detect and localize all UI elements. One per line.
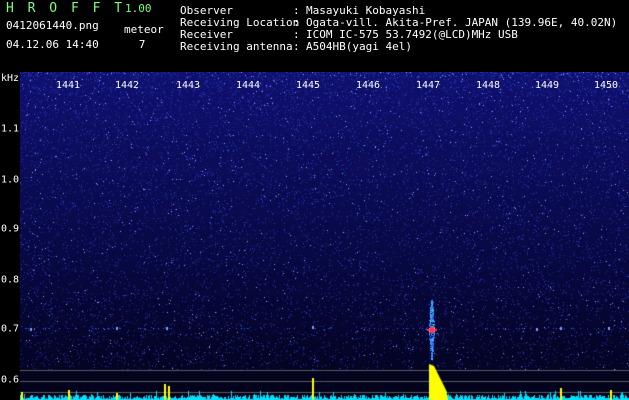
time-tick-1444: 1444 [235,80,261,91]
y-axis-unit: kHz [1,73,20,84]
time-tick-1441: 1441 [55,80,81,91]
time-tick-1448: 1448 [475,80,501,91]
time-tick-1446: 1446 [355,80,381,91]
freq-tick-0-7: 0.7 [1,323,20,335]
freq-tick-1-1: 1.1 [1,123,20,135]
freq-tick-0-9: 0.9 [1,223,20,235]
antenna-label: Receiving antenna [180,40,293,53]
freq-tick-0-6: 0.6 [1,374,20,386]
antenna-separator: : [293,40,300,53]
time-tick-1445: 1445 [295,80,321,91]
meteor-label: meteor [124,23,164,36]
freq-tick-0-8: 0.8 [1,274,20,286]
time-tick-1449: 1449 [534,80,560,91]
meteor-count: 7 [138,38,146,51]
time-tick-1442: 1442 [114,80,140,91]
spectrogram-canvas [20,72,629,400]
freq-tick-1-0: 1.0 [1,174,20,186]
time-tick-1443: 1443 [175,80,201,91]
antenna-value: A504HB(yagi 4el) [306,40,412,53]
file-name: 0412061440.png [6,19,99,32]
app-title: H R O F F T [6,1,126,16]
time-tick-1450: 1450 [593,80,619,91]
app-version: 1.00 [125,2,152,15]
capture-datetime: 04.12.06 14:40 [6,38,99,51]
header-panel: H R O F F T 1.00 0412061440.png 04.12.06… [0,0,629,72]
time-tick-1447: 1447 [415,80,441,91]
